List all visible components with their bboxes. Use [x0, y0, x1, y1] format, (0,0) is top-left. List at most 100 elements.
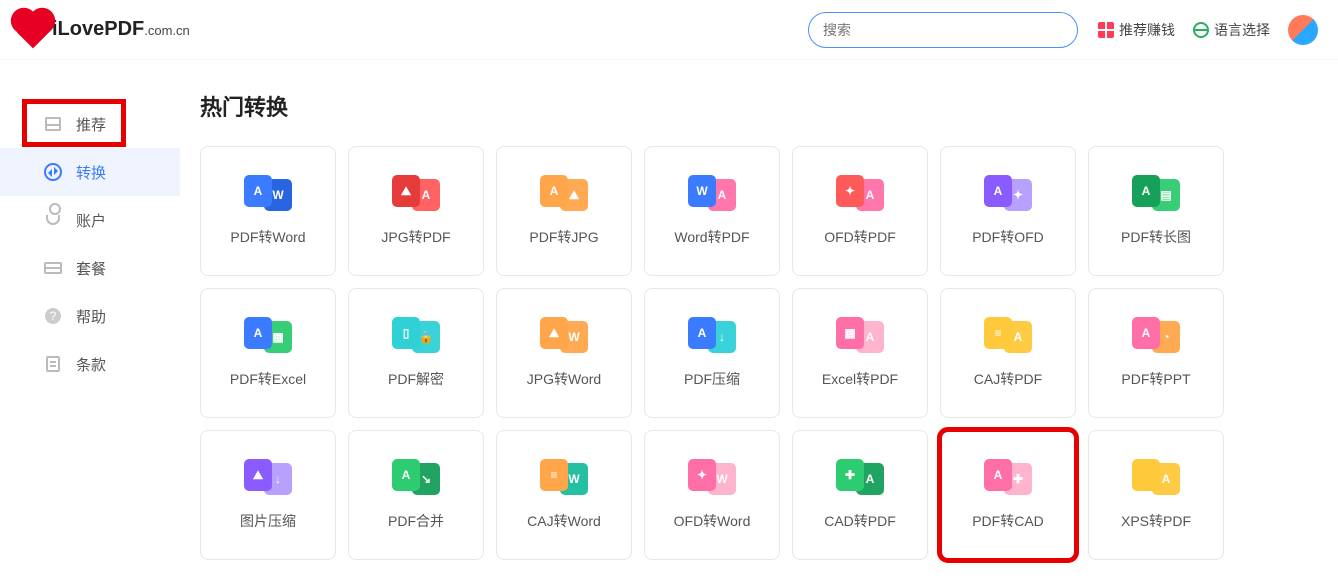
- brand-logo[interactable]: iLovePDF.com.cn: [20, 17, 190, 43]
- tool-card[interactable]: ≡A CAJ转PDF: [940, 288, 1076, 418]
- tool-card[interactable]: A⛰PDF转JPG: [496, 146, 632, 276]
- brand-name: iLovePDF: [52, 18, 144, 40]
- tool-icon: A✦: [984, 175, 1032, 211]
- tool-icon: AW: [244, 175, 292, 211]
- sidebar-item-account[interactable]: 账户: [0, 196, 180, 244]
- search-input[interactable]: [823, 22, 1063, 38]
- tool-icon: ✦A: [836, 175, 884, 211]
- language-select[interactable]: 语言选择: [1193, 20, 1270, 40]
- tool-label: CAJ转PDF: [974, 369, 1042, 389]
- tool-card[interactable]: ▦A Excel转PDF: [792, 288, 928, 418]
- search-box[interactable]: [808, 12, 1078, 48]
- tile-front: A: [984, 175, 1012, 207]
- sidebar-item-label: 条款: [76, 354, 106, 375]
- tool-icon: WA: [688, 175, 736, 211]
- tool-label: PDF合并: [388, 511, 444, 531]
- tile-front: A: [392, 459, 420, 491]
- tool-card[interactable]: WAWord转PDF: [644, 146, 780, 276]
- tile-front: A: [1132, 175, 1160, 207]
- top-links: 推荐赚钱 语言选择: [1098, 15, 1318, 45]
- tile-front: ▯: [392, 317, 420, 349]
- tool-icon: A✚: [984, 459, 1032, 495]
- tile-front: [1132, 459, 1160, 491]
- tool-label: PDF转Word: [230, 227, 305, 247]
- tool-icon: A▤: [1132, 175, 1180, 211]
- tool-label: CAJ转Word: [527, 511, 601, 531]
- globe-icon: [1193, 22, 1209, 38]
- tile-front: ⛰: [392, 175, 420, 207]
- tool-card[interactable]: ✦A OFD转PDF: [792, 146, 928, 276]
- tool-label: PDF转长图: [1121, 227, 1191, 247]
- tile-front: W: [688, 175, 716, 207]
- tool-label: PDF解密: [388, 369, 444, 389]
- sidebar-active-highlight: [22, 99, 126, 147]
- tool-label: PDF转OFD: [972, 227, 1044, 247]
- tool-card[interactable]: ⛰A JPG转PDF: [348, 146, 484, 276]
- tile-front: ≡: [984, 317, 1012, 349]
- tool-icon: ≡A: [984, 317, 1032, 353]
- tool-card[interactable]: ▯🔒 PDF解密: [348, 288, 484, 418]
- tool-card[interactable]: A▤ PDF转长图: [1088, 146, 1224, 276]
- help-icon: ?: [44, 307, 62, 325]
- tile-front: A: [984, 459, 1012, 491]
- tool-label: PDF转CAD: [972, 511, 1044, 531]
- tool-label: Excel转PDF: [822, 369, 898, 389]
- tile-front: ✦: [836, 175, 864, 207]
- tool-label: PDF转PPT: [1121, 369, 1190, 389]
- tool-label: 图片压缩: [240, 511, 296, 531]
- heart-icon: [15, 11, 52, 48]
- tool-card[interactable]: ✦WOFD转Word: [644, 430, 780, 560]
- tool-card[interactable]: A✚ PDF转CAD: [940, 430, 1076, 560]
- tool-label: JPG转PDF: [381, 227, 450, 247]
- tool-label: PDF转JPG: [529, 227, 598, 247]
- sidebar-item-label: 转换: [76, 162, 106, 183]
- sidebar-item-convert[interactable]: 转换: [0, 148, 180, 196]
- tile-front: ⛰: [540, 317, 568, 349]
- tool-card[interactable]: AXPS转PDF: [1088, 430, 1224, 560]
- tool-icon: A: [1132, 459, 1180, 495]
- tool-card[interactable]: A↓PDF压缩: [644, 288, 780, 418]
- tool-card[interactable]: ✚ACAD转PDF: [792, 430, 928, 560]
- brand-domain: .com.cn: [144, 23, 190, 38]
- tool-label: PDF转Excel: [230, 369, 306, 389]
- tool-icon: ≡W: [540, 459, 588, 495]
- sidebar-item-plans[interactable]: 套餐: [0, 244, 180, 292]
- terms-icon: [44, 355, 62, 373]
- topbar: iLovePDF.com.cn 推荐赚钱 语言选择: [0, 0, 1338, 60]
- tile-front: ✦: [688, 459, 716, 491]
- brand-text: iLovePDF.com.cn: [52, 18, 190, 41]
- tile-front: A: [1132, 317, 1160, 349]
- tool-card[interactable]: ⛰WJPG转Word: [496, 288, 632, 418]
- gift-icon: [1098, 22, 1114, 38]
- tool-label: OFD转Word: [674, 511, 751, 531]
- tool-card[interactable]: A✦ PDF转OFD: [940, 146, 1076, 276]
- recommend-earn-link[interactable]: 推荐赚钱: [1098, 20, 1175, 40]
- avatar[interactable]: [1288, 15, 1318, 45]
- tool-card[interactable]: ≡W CAJ转Word: [496, 430, 632, 560]
- tool-card[interactable]: ⛰↓ 图片压缩: [200, 430, 336, 560]
- user-icon: [44, 211, 62, 229]
- gift-icon: [44, 115, 62, 133]
- sidebar-item-help[interactable]: ? 帮助: [0, 292, 180, 340]
- tool-label: CAD转PDF: [824, 511, 896, 531]
- main-content: 热门转换 AWPDF转Word⛰AJPG转PDFA⛰PDF转JPGWAWord转…: [180, 60, 1338, 560]
- tool-card[interactable]: A↘PDF合并: [348, 430, 484, 560]
- tile-front: ▦: [836, 317, 864, 349]
- tool-card[interactable]: A◔PDF转PPT: [1088, 288, 1224, 418]
- sidebar-item-terms[interactable]: 条款: [0, 340, 180, 388]
- tool-icon: ⛰↓: [244, 459, 292, 495]
- tool-card[interactable]: AW PDF转Word: [200, 146, 336, 276]
- tool-icon: A▦: [244, 317, 292, 353]
- tile-front: ✚: [836, 459, 864, 491]
- tile-front: ≡: [540, 459, 568, 491]
- tool-icon: ▦A: [836, 317, 884, 353]
- tile-front: ⛰: [244, 459, 272, 491]
- tool-card[interactable]: A▦ PDF转Excel: [200, 288, 336, 418]
- language-label: 语言选择: [1214, 20, 1270, 40]
- tool-label: OFD转PDF: [824, 227, 896, 247]
- tile-front: A: [244, 317, 272, 349]
- tool-label: PDF压缩: [684, 369, 740, 389]
- tool-icon: ⛰A: [392, 175, 440, 211]
- tool-icon: ▯🔒: [392, 317, 440, 353]
- sidebar-item-label: 帮助: [76, 306, 106, 327]
